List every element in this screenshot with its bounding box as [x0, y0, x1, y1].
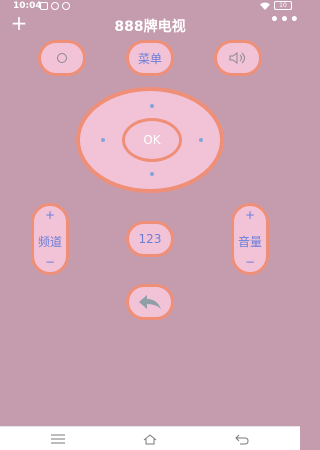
dpad-down-button[interactable] — [150, 172, 154, 176]
channel-rocker: + 频道 − — [31, 203, 69, 275]
notification-icons — [40, 2, 70, 10]
title-bar: + 888牌电视 ••• — [0, 13, 300, 36]
menu-button[interactable]: 菜单 — [126, 40, 174, 76]
number-pad-button[interactable]: 123 — [126, 221, 174, 257]
menu-button-label: 菜单 — [137, 51, 162, 66]
home-icon[interactable] — [142, 433, 158, 445]
volume-up-button[interactable]: + — [234, 208, 266, 222]
speaker-icon — [229, 52, 245, 64]
mute-button[interactable] — [214, 40, 262, 76]
status-time: 10:04 — [13, 1, 42, 11]
alarm-icon — [62, 2, 70, 10]
nav-back-icon[interactable] — [234, 433, 250, 445]
more-options-button[interactable]: ••• — [270, 13, 299, 34]
volume-down-button[interactable]: − — [234, 255, 266, 269]
dpad-right-button[interactable] — [199, 138, 203, 142]
volume-label: 音量 — [237, 235, 262, 249]
page-title: 888牌电视 — [114, 19, 186, 35]
sync-icon — [51, 2, 59, 10]
direction-pad: OK — [76, 87, 224, 193]
ok-button[interactable]: OK — [122, 118, 182, 162]
channel-label: 频道 — [37, 235, 62, 249]
status-right: 10 — [260, 1, 292, 10]
channel-down-button[interactable]: − — [34, 255, 66, 269]
power-button[interactable] — [38, 40, 86, 76]
status-bar: 10:04 10 — [0, 0, 300, 14]
wifi-icon — [260, 2, 270, 10]
notification-icon — [40, 2, 48, 10]
volume-rocker: + 音量 − — [231, 203, 269, 275]
back-arrow-icon — [139, 295, 161, 309]
system-nav-bar — [0, 426, 300, 450]
dpad-up-button[interactable] — [150, 104, 154, 108]
menu-icon[interactable] — [50, 433, 66, 445]
battery-indicator: 10 — [274, 1, 292, 10]
channel-up-button[interactable]: + — [34, 208, 66, 222]
number-pad-label: 123 — [138, 232, 162, 246]
back-button[interactable] — [126, 284, 174, 320]
dpad-left-button[interactable] — [101, 138, 105, 142]
power-icon — [57, 53, 67, 63]
